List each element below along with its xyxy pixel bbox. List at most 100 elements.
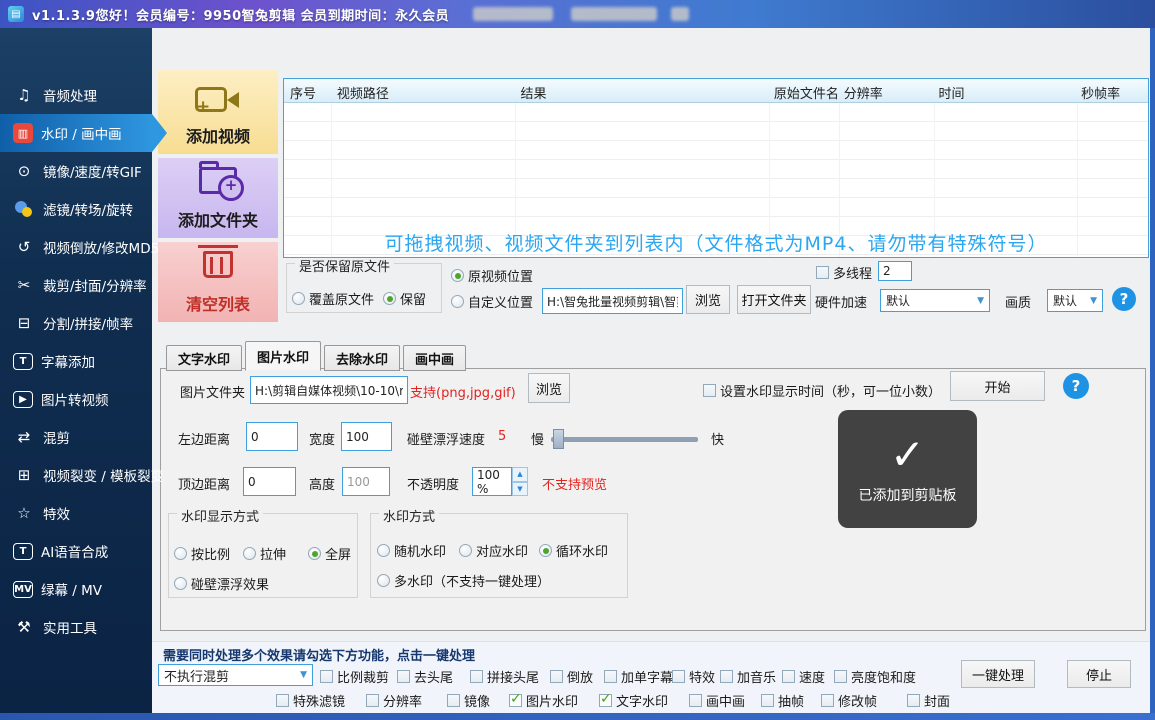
checkbox-cover[interactable]: 封面 [907,691,950,710]
browse-image-folder-button[interactable]: 浏览 [528,373,570,403]
col-time[interactable]: 时间 [932,79,1075,102]
radio-icon [174,577,187,590]
hardware-accel-select[interactable]: 默认 ▼ [880,289,990,312]
format-support-hint: 支持(png,jpg,gif) [410,382,516,401]
sidebar-item-crop-cover-resolution[interactable]: ✂ 裁剪/封面/分辨率 [0,266,152,304]
clear-list-button[interactable]: 清空列表 [158,242,278,322]
radio-icon [383,292,396,305]
checkbox-splice-head-tail[interactable]: 拼接头尾 [470,667,539,686]
height-input[interactable] [342,467,390,496]
sidebar-item-label: 镜像/速度/转GIF [43,161,142,181]
checkbox-add-subtitle[interactable]: 加单字幕 [604,667,673,686]
sidebar-item-mix-cut[interactable]: ⇄ 混剪 [0,418,152,456]
tab-image-watermark[interactable]: 图片水印 [245,341,321,371]
opacity-spinner-value[interactable]: 100 % [472,467,512,496]
split-icon: ⊟ [13,312,35,334]
sidebar-item-audio[interactable]: ♫ 音频处理 [0,76,152,114]
sidebar: ♫ 音频处理 ▥ 水印 / 画中画 ⊙ 镜像/速度/转GIF 滤镜/转场/旋转 … [0,28,152,713]
checkbox-text-watermark[interactable]: 文字水印 [599,691,668,710]
checkbox-box [720,670,733,683]
checkbox-pip[interactable]: 画中画 [689,691,745,710]
help-icon[interactable]: ? [1112,287,1136,311]
radio-matching-watermark[interactable]: 对应水印 [459,541,528,560]
float-speed-slider[interactable] [551,437,698,442]
sidebar-item-ai-voice[interactable]: T AI语音合成 [0,532,152,570]
mix-cut-select[interactable]: 不执行混剪 ▼ [158,664,313,686]
radio-keep-original[interactable]: 保留 [383,289,426,308]
checkbox-resolution[interactable]: 分辨率 [366,691,422,710]
output-path-input[interactable] [542,288,683,314]
checkbox-label: 镜像 [464,691,490,710]
checkbox-frame-extract[interactable]: 抽帧 [761,691,804,710]
group-title: 是否保留原文件 [295,256,394,275]
radio-overwrite-original[interactable]: 覆盖原文件 [292,289,374,308]
checkbox-add-music[interactable]: 加音乐 [720,667,776,686]
sidebar-item-subtitle[interactable]: T 字幕添加 [0,342,152,380]
checkbox-modify-frame[interactable]: 修改帧 [821,691,877,710]
quality-select[interactable]: 默认 ▼ [1047,289,1103,312]
radio-custom-position[interactable]: 自定义位置 [451,292,533,311]
checkbox-ratio-crop[interactable]: 比例裁剪 [320,667,389,686]
image-folder-input[interactable] [250,376,408,404]
width-input[interactable] [341,422,392,451]
open-folder-button[interactable]: 打开文件夹 [737,285,811,314]
check box-image-watermark[interactable]: 图片水印 [509,691,578,710]
checkbox-special-filter[interactable]: 特殊滤镜 [276,691,345,710]
image-to-video-icon: ▶ [13,391,33,408]
radio-random-watermark[interactable]: 随机水印 [377,541,446,560]
sidebar-item-mirror-speed-gif[interactable]: ⊙ 镜像/速度/转GIF [0,152,152,190]
sidebar-item-greenscreen-mv[interactable]: MV 绿幕 / MV [0,570,152,608]
checkbox-box [397,670,410,683]
col-index[interactable]: 序号 [284,79,331,102]
radio-icon [459,544,472,557]
checkbox-set-watermark-time[interactable]: 设置水印显示时间（秒，可一位小数） [703,381,941,400]
radio-fullscreen[interactable]: 全屏 [308,544,351,563]
checkbox-label: 设置水印显示时间（秒，可一位小数） [720,381,941,400]
checkbox-effects[interactable]: 特效 [672,667,715,686]
add-video-button[interactable]: 添加视频 [158,70,278,154]
radio-bounce-float[interactable]: 碰壁漂浮效果 [174,574,269,593]
one-click-process-button[interactable]: 一键处理 [961,660,1035,688]
sidebar-item-reverse-md5[interactable]: ↺ 视频倒放/修改MD5 [0,228,152,266]
col-result[interactable]: 结果 [514,79,767,102]
sidebar-item-image-to-video[interactable]: ▶ 图片转视频 [0,380,152,418]
stop-button[interactable]: 停止 [1067,660,1131,688]
spin-down-icon[interactable]: ▼ [512,482,528,497]
top-margin-input[interactable] [243,467,296,496]
multithread-count-input[interactable] [878,261,912,281]
col-fps[interactable]: 秒帧率 [1075,79,1148,102]
checkbox-reverse[interactable]: 倒放 [550,667,593,686]
checkbox-brightness-saturation[interactable]: 亮度饱和度 [834,667,916,686]
col-original-filename[interactable]: 原始文件名 [768,79,838,102]
sidebar-item-watermark-pip[interactable]: ▥ 水印 / 画中画 [0,114,152,152]
radio-multi-watermark[interactable]: 多水印（不支持一键处理） [377,571,550,590]
checkbox-multithread[interactable]: 多线程 [816,263,872,282]
col-resolution[interactable]: 分辨率 [838,79,933,102]
browse-output-button[interactable]: 浏览 [686,285,730,314]
sidebar-item-split-splice-framerate[interactable]: ⊟ 分割/拼接/帧率 [0,304,152,342]
add-folder-button[interactable]: 添加文件夹 [158,158,278,238]
radio-stretch[interactable]: 拉伸 [243,544,286,563]
help-icon[interactable]: ? [1063,373,1089,399]
checkbox-speed[interactable]: 速度 [782,667,825,686]
start-button[interactable]: 开始 [950,371,1045,401]
radio-original-position[interactable]: 原视频位置 [451,266,533,285]
col-video-path[interactable]: 视频路径 [331,79,515,102]
opacity-spinner: ▲ ▼ [512,467,528,496]
tab-text-watermark[interactable]: 文字水印 [166,345,242,371]
radio-cycle-watermark[interactable]: 循环水印 [539,541,608,560]
checkbox-label: 比例裁剪 [337,667,389,686]
sidebar-item-video-fission[interactable]: ⊞ 视频裂变 / 模板裂变 [0,456,152,494]
sidebar-item-tools[interactable]: ⚒ 实用工具 [0,608,152,646]
sidebar-item-effects[interactable]: ☆ 特效 [0,494,152,532]
spin-up-icon[interactable]: ▲ [512,467,528,482]
add-video-label: 添加视频 [186,123,250,147]
tab-remove-watermark[interactable]: 去除水印 [324,345,400,371]
radio-scale[interactable]: 按比例 [174,544,230,563]
slider-handle[interactable] [553,429,564,449]
checkbox-mirror[interactable]: 镜像 [447,691,490,710]
checkbox-trim-head-tail[interactable]: 去头尾 [397,667,453,686]
left-margin-input[interactable] [246,422,298,451]
sidebar-item-filter-transition-rotate[interactable]: 滤镜/转场/旋转 [0,190,152,228]
tab-pip[interactable]: 画中画 [403,345,466,371]
